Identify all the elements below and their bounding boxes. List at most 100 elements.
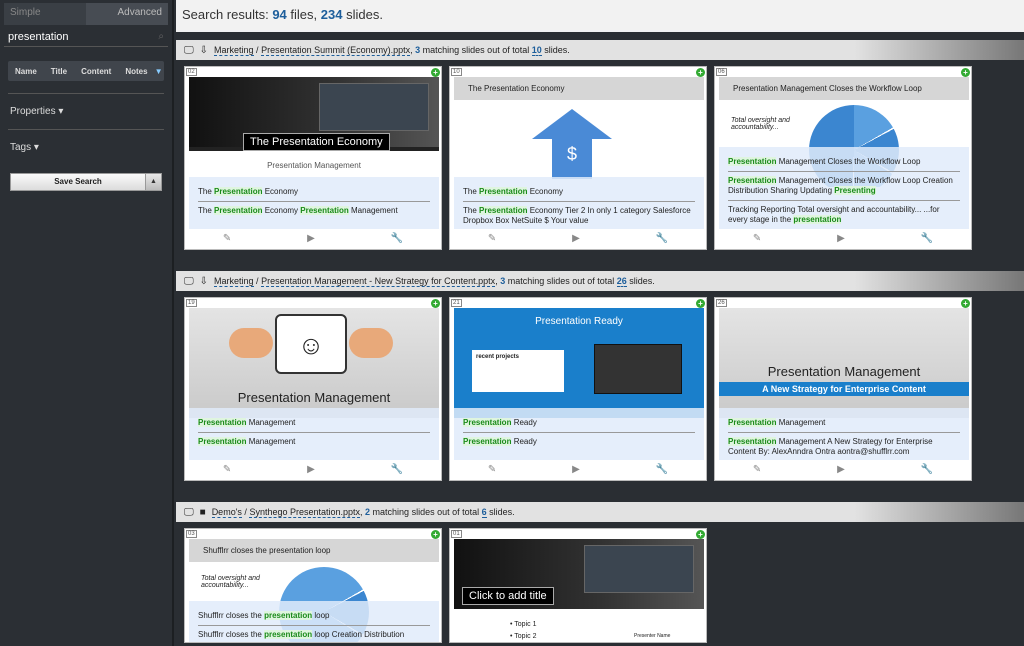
slide-thumbnail[interactable]: The Presentation Economy $ (454, 77, 704, 187)
chevron-down-icon[interactable]: ▼ (155, 67, 169, 76)
results-prefix: Search results: (182, 7, 273, 22)
sidebar: Simple Advanced presentation ⌕ Name Titl… (0, 0, 174, 646)
slide-thumbnail[interactable]: Click to add title • Topic 1 • Topic 2 P… (454, 539, 704, 642)
edit-icon[interactable]: ✎ (223, 233, 231, 244)
slide-card[interactable]: 10 + The Presentation Economy $ The Pres… (449, 66, 707, 250)
files-word: files, (286, 7, 321, 22)
path-separator: / (253, 276, 262, 286)
snippet: The Presentation Economy Presentation Ma… (198, 206, 398, 215)
add-slide-icon[interactable]: + (696, 530, 705, 539)
total-count[interactable]: 10 (531, 45, 542, 56)
slide-number: 01 (451, 530, 462, 538)
add-slide-icon[interactable]: + (696, 299, 705, 308)
add-slide-icon[interactable]: + (431, 68, 440, 77)
slide-card[interactable]: 03 + Shufflrr closes the presentation lo… (184, 528, 442, 643)
add-slide-icon[interactable]: + (696, 68, 705, 77)
wrench-icon[interactable]: 🔧 (391, 464, 403, 475)
slide-card[interactable]: 01 + Click to add title • Topic 1 • Topi… (449, 528, 707, 643)
slide-card[interactable]: 26 + Presentation Management A New Strat… (714, 297, 972, 481)
field-tab-title[interactable]: Title (44, 67, 74, 76)
snippet: Presentation Ready (463, 437, 537, 446)
search-icon[interactable]: ⌕ (158, 31, 164, 42)
properties-label: Properties (10, 106, 56, 117)
slides-count: 234 (320, 7, 343, 22)
match-snippets: Presentation Management Presentation Man… (719, 408, 969, 460)
matching-text: matching slides out of total (505, 276, 617, 286)
properties-toggle[interactable]: Properties ▾ (10, 106, 162, 117)
slide-card[interactable]: 06 + Presentation Management Closes the … (714, 66, 972, 250)
snippet: Presentation Management (198, 437, 296, 446)
thumb-subtitle: Total oversight and accountability... (201, 575, 260, 589)
play-icon[interactable]: ▶ (837, 464, 845, 475)
tab-simple[interactable]: Simple (4, 3, 86, 25)
download-icon[interactable]: ⇩ (200, 276, 208, 287)
slide-thumbnail[interactable]: Presentation Management A New Strategy f… (719, 308, 969, 418)
slides-word: slides. (342, 7, 383, 22)
match-snippets: Presentation Management Closes the Workf… (719, 147, 969, 229)
thumb-caption: The Presentation Economy (454, 77, 704, 100)
snippet: Presentation Management A New Strategy f… (728, 437, 933, 456)
folder-link[interactable]: Demo's (211, 507, 242, 518)
slide-thumbnail[interactable]: The Presentation Economy Presentation Ma… (189, 77, 439, 187)
file-link[interactable]: Presentation Management - New Strategy f… (261, 276, 496, 287)
topic-item: • Topic 1 (510, 621, 537, 628)
slide-number: 06 (716, 68, 727, 76)
slide-number: 19 (186, 299, 197, 307)
match-snippets: The Presentation Economy The Presentatio… (189, 177, 439, 229)
add-slide-icon[interactable]: + (431, 299, 440, 308)
wrench-icon[interactable]: 🔧 (921, 464, 933, 475)
save-icon[interactable]: ■ (200, 507, 206, 518)
slide-card[interactable]: 02 + The Presentation Economy Presentati… (184, 66, 442, 250)
slides-end-text: slides. (486, 507, 515, 517)
slide-thumbnail[interactable]: Presentation Ready recent projects (454, 308, 704, 418)
play-icon[interactable]: ▶ (307, 464, 315, 475)
field-tab-content[interactable]: Content (74, 67, 118, 76)
search-input[interactable]: presentation ⌕ (4, 27, 168, 47)
tags-toggle[interactable]: Tags ▾ (10, 142, 162, 153)
folder-link[interactable]: Marketing (214, 45, 254, 56)
edit-icon[interactable]: ✎ (488, 464, 496, 475)
dollar-icon: $ (552, 139, 592, 179)
total-count[interactable]: 26 (616, 276, 627, 287)
download-icon[interactable]: ⇩ (200, 45, 208, 56)
search-mode-tabs: Simple Advanced (4, 3, 168, 25)
edit-icon[interactable]: ✎ (753, 464, 761, 475)
play-icon[interactable]: ▶ (572, 464, 580, 475)
slide-thumbnail[interactable]: ☺ Presentation Management (189, 308, 439, 418)
slide-card[interactable]: 19 + ☺ Presentation Management Presentat… (184, 297, 442, 481)
play-icon[interactable]: ▶ (572, 233, 580, 244)
add-slide-icon[interactable]: + (431, 530, 440, 539)
snippet: Tracking Reporting Total oversight and a… (728, 205, 940, 224)
file-link[interactable]: Presentation Summit (Economy).pptx (261, 45, 411, 56)
wrench-icon[interactable]: 🔧 (656, 464, 668, 475)
snippet: Shufflrr closes the presentation loop Cr… (198, 630, 405, 639)
field-tab-notes[interactable]: Notes (118, 67, 154, 76)
tab-advanced[interactable]: Advanced (86, 3, 168, 25)
thumb-caption: Presentation Management (767, 364, 921, 379)
card-actions: ✎ ▶ 🔧 (450, 458, 706, 480)
play-icon[interactable]: ▶ (307, 233, 315, 244)
slide-card-row: 03 + Shufflrr closes the presentation lo… (176, 522, 1024, 643)
edit-icon[interactable]: ✎ (753, 233, 761, 244)
wrench-icon[interactable]: 🔧 (391, 233, 403, 244)
edit-icon[interactable]: ✎ (223, 464, 231, 475)
wrench-icon[interactable]: 🔧 (921, 233, 933, 244)
wrench-icon[interactable]: 🔧 (656, 233, 668, 244)
field-tab-name[interactable]: Name (8, 67, 44, 76)
slide-card[interactable]: 21 + Presentation Ready recent projects … (449, 297, 707, 481)
file-link[interactable]: Synthego Presentation.pptx (249, 507, 361, 518)
card-actions: ✎ ▶ 🔧 (715, 227, 971, 249)
folder-link[interactable]: Marketing (214, 276, 254, 287)
file-group-header: 🖵 ■ Demo's / Synthego Presentation.pptx,… (176, 502, 1024, 522)
edit-icon[interactable]: ✎ (488, 233, 496, 244)
thumb-subtitle: Presenter Name (634, 633, 671, 639)
add-slide-icon[interactable]: + (961, 299, 970, 308)
play-icon[interactable]: ▶ (837, 233, 845, 244)
slide-number: 21 (451, 299, 462, 307)
thumb-subtitle: recent projects (472, 350, 564, 392)
save-search-menu-icon[interactable]: ▲ (146, 173, 162, 191)
snippet: The Presentation Economy Tier 2 In only … (463, 206, 691, 225)
card-actions: ✎ ▶ 🔧 (450, 227, 706, 249)
save-search-button[interactable]: Save Search (10, 173, 146, 191)
add-slide-icon[interactable]: + (961, 68, 970, 77)
